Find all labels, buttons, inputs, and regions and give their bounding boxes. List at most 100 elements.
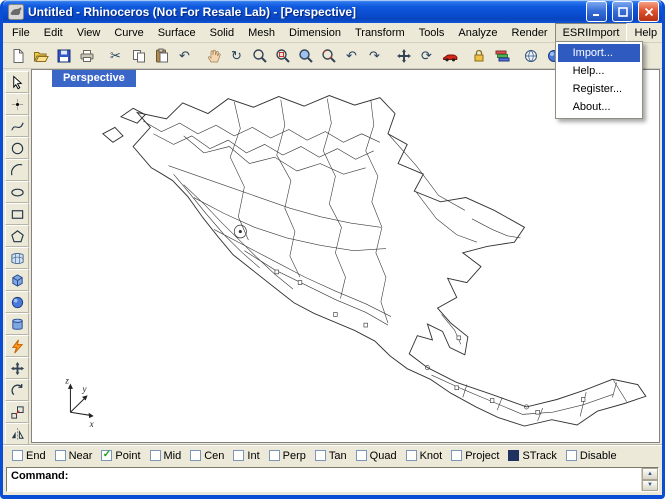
osnap-project[interactable]: ✓ Project	[451, 450, 499, 462]
zoom-extents-icon[interactable]	[317, 44, 340, 67]
disable-checkbox[interactable]: ✓	[565, 450, 577, 461]
redo-view-icon[interactable]: ↷	[363, 44, 386, 67]
menu-item-register[interactable]: Register...	[558, 80, 640, 98]
undo-icon[interactable]: ↶	[173, 44, 196, 67]
rotate-icon[interactable]: ⟳	[415, 44, 438, 67]
menu-analyze[interactable]: Analyze	[451, 23, 504, 42]
box-icon[interactable]	[5, 269, 29, 291]
menu-tools[interactable]: Tools	[412, 23, 452, 42]
arc-icon[interactable]	[5, 159, 29, 181]
save-icon[interactable]	[52, 44, 75, 67]
perspective-viewport[interactable]: Perspective z y x	[31, 69, 660, 443]
menu-surface[interactable]: Surface	[151, 23, 203, 42]
osnap-perp-label: Perp	[282, 449, 306, 462]
paste-icon[interactable]	[150, 44, 173, 67]
zoom-selected-icon[interactable]	[294, 44, 317, 67]
menu-render[interactable]: Render	[505, 23, 555, 42]
curve-icon[interactable]	[5, 115, 29, 137]
ellipse-icon[interactable]	[5, 181, 29, 203]
rotate-view-icon[interactable]: ↻	[225, 44, 248, 67]
cut-icon[interactable]: ✂	[104, 44, 127, 67]
point-checkbox[interactable]: ✓	[101, 450, 113, 461]
move-tool-icon[interactable]	[5, 357, 29, 379]
knot-checkbox[interactable]: ✓	[405, 450, 417, 461]
esriimport-dropdown: Import... Help... Register... About...	[554, 41, 643, 119]
osnap-end-label: End	[26, 449, 46, 462]
osnap-cen[interactable]: ✓ Cen	[190, 450, 224, 462]
menu-item-help[interactable]: Help...	[558, 62, 640, 80]
polygon-icon[interactable]	[5, 225, 29, 247]
select-arrow-icon[interactable]	[5, 71, 29, 93]
layers-icon[interactable]	[490, 44, 513, 67]
minimize-button[interactable]	[586, 1, 607, 22]
point-icon[interactable]	[5, 93, 29, 115]
maximize-button[interactable]	[612, 1, 633, 22]
menu-transform[interactable]: Transform	[348, 23, 412, 42]
menu-curve[interactable]: Curve	[107, 23, 150, 42]
rectangle-icon[interactable]	[5, 203, 29, 225]
undo-view-icon[interactable]: ↶	[340, 44, 363, 67]
perp-checkbox[interactable]: ✓	[268, 450, 280, 461]
pan-view-icon[interactable]	[202, 44, 225, 67]
osnap-near[interactable]: ✓ Near	[54, 450, 92, 462]
project-checkbox[interactable]: ✓	[451, 450, 463, 461]
end-checkbox[interactable]: ✓	[12, 450, 23, 461]
menu-esriimport[interactable]: ESRIImport Import... Help... Register...…	[554, 23, 643, 119]
zoom-window-icon[interactable]	[271, 44, 294, 67]
zoom-icon[interactable]	[248, 44, 271, 67]
titlebar[interactable]: Untitled - Rhinoceros (Not For Resale La…	[3, 0, 662, 23]
explode-icon[interactable]	[5, 335, 29, 357]
strack-checkbox[interactable]: ✓	[508, 450, 520, 461]
osnap-disable[interactable]: ✓ Disable	[565, 449, 617, 462]
move-icon[interactable]	[392, 44, 415, 67]
scroll-down-icon[interactable]: ▼	[642, 479, 658, 491]
tan-checkbox[interactable]: ✓	[314, 450, 326, 461]
command-scrollbar: ▲ ▼	[641, 468, 658, 491]
quad-checkbox[interactable]: ✓	[355, 450, 367, 461]
osnap-end[interactable]: ✓ End	[12, 450, 46, 462]
osnap-tan[interactable]: ✓ Tan	[314, 450, 347, 462]
menu-item-about[interactable]: About...	[558, 98, 640, 116]
osnap-mid[interactable]: ✓ Mid	[149, 450, 181, 462]
osnap-int[interactable]: ✓ Int	[233, 450, 260, 462]
open-file-icon[interactable]	[29, 44, 52, 67]
viewport-canvas[interactable]: z y x	[32, 70, 659, 442]
menu-view[interactable]: View	[70, 23, 108, 42]
menu-solid[interactable]: Solid	[203, 23, 241, 42]
surface-icon[interactable]	[5, 247, 29, 269]
display-wireframe-icon[interactable]	[519, 44, 542, 67]
menu-mesh[interactable]: Mesh	[241, 23, 282, 42]
menu-dimension[interactable]: Dimension	[282, 23, 348, 42]
command-field[interactable]: Command: ▲ ▼	[6, 467, 659, 492]
osnap-point[interactable]: ✓ Point	[101, 450, 141, 462]
menu-file[interactable]: File	[5, 23, 37, 42]
lock-icon[interactable]	[467, 44, 490, 67]
osnap-knot[interactable]: ✓ Knot	[405, 450, 442, 462]
menu-edit[interactable]: Edit	[37, 23, 70, 42]
osnap-quad[interactable]: ✓ Quad	[355, 450, 397, 462]
viewport-tab[interactable]: Perspective	[52, 70, 136, 87]
cen-checkbox[interactable]: ✓	[190, 450, 202, 461]
sphere-icon[interactable]	[5, 291, 29, 313]
scale-tool-icon[interactable]	[5, 401, 29, 423]
osnap-strack[interactable]: ✓ STrack	[508, 450, 557, 462]
copy-icon[interactable]	[127, 44, 150, 67]
int-checkbox[interactable]: ✓	[233, 450, 245, 461]
osnap-disable-label: Disable	[579, 449, 617, 462]
mid-checkbox[interactable]: ✓	[149, 450, 161, 461]
rotate-tool-icon[interactable]	[5, 379, 29, 401]
mirror-icon[interactable]	[5, 423, 29, 445]
command-input[interactable]	[70, 468, 641, 491]
near-checkbox[interactable]: ✓	[54, 450, 66, 461]
cylinder-icon[interactable]	[5, 313, 29, 335]
render-car-icon[interactable]	[438, 44, 461, 67]
print-icon[interactable]	[75, 44, 98, 67]
close-button[interactable]	[638, 1, 659, 22]
scroll-up-icon[interactable]: ▲	[642, 468, 658, 480]
rhino-app-icon	[8, 3, 24, 20]
circle-icon[interactable]	[5, 137, 29, 159]
new-file-icon[interactable]	[6, 44, 29, 67]
osnap-perp[interactable]: ✓ Perp	[268, 449, 306, 462]
menu-item-import[interactable]: Import...	[557, 44, 640, 62]
menu-help[interactable]: Help	[627, 23, 664, 42]
